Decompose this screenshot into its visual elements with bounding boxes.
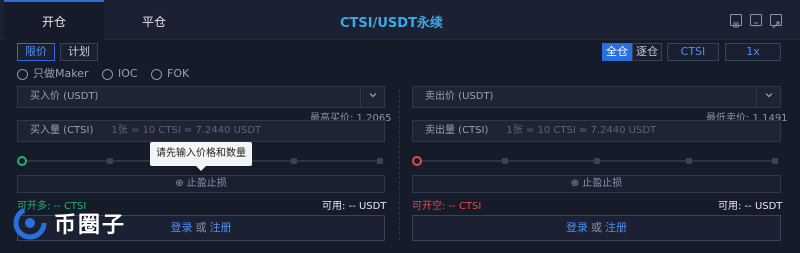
watermark-logo: 币圈子: [10, 203, 150, 243]
tab-open[interactable]: 开仓: [4, 0, 104, 40]
sell-quantity-input[interactable]: 卖出量 (CTSI) 1张 = 10 CTSI ≈ 7.2440 USDT: [412, 120, 781, 142]
buy-slider-tick[interactable]: [377, 158, 383, 164]
tooltip: 请先输入价格和数量: [150, 142, 252, 171]
order-type-limit[interactable]: 限价: [17, 43, 55, 61]
buy-sltp-button[interactable]: ⊕ 止盈止损: [17, 175, 385, 193]
buy-price-input[interactable]: 买入价 (USDT): [17, 86, 385, 108]
radio-ioc[interactable]: IOC: [102, 67, 138, 81]
expand-icon[interactable]: [770, 14, 782, 29]
plus-circle-icon: ⊕: [175, 178, 187, 189]
top-bar: 开仓 平仓 CTSI/USDT永续: [0, 0, 800, 40]
leverage-selector[interactable]: 1x: [725, 43, 781, 61]
sell-quantity-hint: 1张 = 10 CTSI ≈ 7.2440 USDT: [506, 125, 657, 136]
register-link[interactable]: 注册: [605, 221, 627, 234]
radio-fok[interactable]: FOK: [151, 67, 189, 81]
buy-slider-handle[interactable]: [17, 156, 27, 166]
chevron-down-icon[interactable]: [756, 87, 780, 107]
chevron-down-icon[interactable]: [360, 87, 384, 107]
sell-slider-tick[interactable]: [594, 158, 600, 164]
asset-selector[interactable]: CTSI: [667, 43, 719, 61]
buy-quantity-hint: 1张 = 10 CTSI ≈ 7.2440 USDT: [111, 125, 262, 136]
list-icon[interactable]: [730, 14, 742, 28]
cross-margin-button[interactable]: 全仓: [602, 43, 632, 61]
buy-sltp-label: 止盈止损: [186, 178, 227, 189]
sell-login-register-button[interactable]: 登录或注册: [412, 215, 781, 241]
sell-available: 可用: -- USDT: [718, 201, 783, 212]
plus-circle-icon: ⊕: [570, 178, 583, 189]
logo-icon: [13, 206, 47, 240]
login-link[interactable]: 登录: [566, 221, 588, 234]
radio-maker-only[interactable]: 只做Maker: [17, 67, 89, 81]
buy-price-placeholder: 买入价 (USDT): [30, 91, 99, 102]
sell-quantity-label: 卖出量 (CTSI): [425, 125, 489, 136]
sell-sltp-label: 止盈止损: [582, 178, 623, 189]
register-link[interactable]: 注册: [210, 221, 232, 234]
divider: [399, 90, 400, 240]
buy-slider-tick[interactable]: [107, 158, 113, 164]
sell-openable: 可开空: -- CTSI: [412, 201, 482, 212]
sell-price-placeholder: 卖出价 (USDT): [425, 91, 494, 102]
tab-close[interactable]: 平仓: [104, 0, 204, 40]
buy-quantity-label: 买入量 (CTSI): [30, 125, 94, 136]
calculator-icon[interactable]: [750, 14, 762, 27]
sell-slider-tick[interactable]: [686, 158, 692, 164]
sell-slider-tick[interactable]: [502, 158, 508, 164]
sell-slider-tick[interactable]: [772, 158, 778, 164]
watermark-text: 币圈子: [54, 213, 127, 238]
order-type-plan[interactable]: 计划: [60, 43, 98, 61]
sell-price-input[interactable]: 卖出价 (USDT): [412, 86, 781, 108]
sell-slider-handle[interactable]: [412, 156, 422, 166]
isolated-margin-button[interactable]: 逐仓: [632, 43, 662, 61]
sell-sltp-button[interactable]: ⊕ 止盈止损: [412, 175, 781, 193]
buy-available: 可用: -- USDT: [322, 201, 387, 212]
login-link[interactable]: 登录: [171, 221, 193, 234]
buy-quantity-input[interactable]: 买入量 (CTSI) 1张 = 10 CTSI ≈ 7.2440 USDT: [17, 120, 385, 142]
buy-slider-tick[interactable]: [291, 158, 297, 164]
page-title: CTSI/USDT永续: [340, 16, 443, 31]
or-text: 或: [591, 221, 602, 234]
or-text: 或: [195, 221, 207, 234]
